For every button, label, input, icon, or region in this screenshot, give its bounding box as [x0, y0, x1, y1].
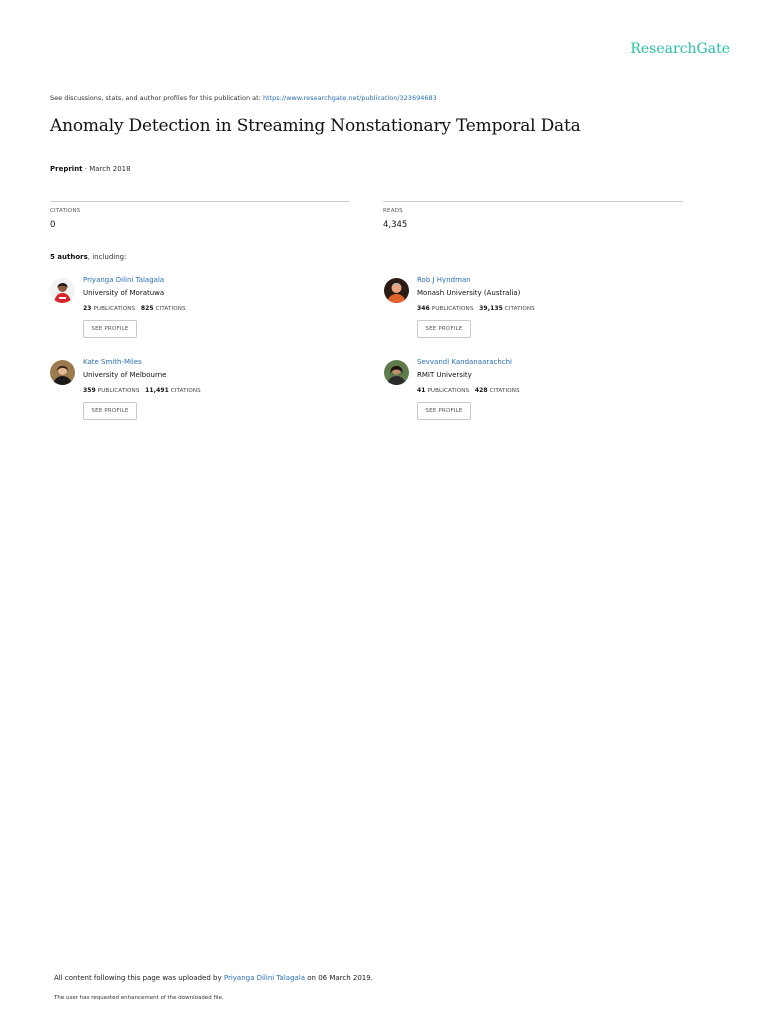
reads-label: READS	[383, 208, 403, 214]
author-stats: 359 PUBLICATIONS 11,491 CITATIONS	[83, 387, 201, 394]
citations-count: 428	[474, 387, 488, 394]
avatar[interactable]	[50, 360, 75, 385]
citations-count: 11,491	[145, 387, 169, 394]
citations-count: 825	[140, 305, 154, 312]
avatar[interactable]	[50, 278, 75, 303]
publication-link[interactable]: https://www.researchgate.net/publication…	[263, 94, 437, 102]
publications-label: PUBLICATIONS	[93, 306, 136, 312]
see-profile-button[interactable]: SEE PROFILE	[417, 402, 471, 420]
publications-label: PUBLICATIONS	[427, 388, 470, 394]
citations-label: CITATIONS	[170, 388, 201, 394]
author-card: Sevvandi Kandanaarachchi RMIT University…	[384, 358, 684, 430]
publication-meta: Preprint · March 2018	[50, 165, 131, 173]
author-name[interactable]: Rob J Hyndman	[417, 276, 471, 284]
author-stats: 41 PUBLICATIONS 428 CITATIONS	[417, 387, 520, 394]
author-institution: University of Melbourne	[83, 371, 167, 379]
upload-note: All content following this page was uplo…	[54, 974, 373, 982]
citations-label: CITATIONS	[155, 306, 186, 312]
author-card: Rob J Hyndman Monash University (Austral…	[384, 276, 684, 348]
reads-count: 4,345	[383, 220, 408, 230]
see-profile-button[interactable]: SEE PROFILE	[83, 320, 137, 338]
authors-heading-suffix: , including:	[87, 253, 127, 261]
authors-count: 5 authors	[50, 253, 88, 261]
citations-label: CITATIONS	[50, 208, 81, 214]
author-institution: University of Moratuwa	[83, 289, 165, 297]
author-name[interactable]: Sevvandi Kandanaarachchi	[417, 358, 512, 366]
discussion-line: See discussions, stats, and author profi…	[50, 94, 437, 102]
divider	[383, 201, 683, 202]
authors-heading: 5 authors, including:	[50, 253, 126, 261]
upload-suffix: on 06 March 2019.	[305, 974, 373, 982]
researchgate-logo[interactable]: ResearchGate	[630, 41, 730, 57]
publication-type: Preprint	[50, 165, 83, 173]
avatar[interactable]	[384, 360, 409, 385]
author-institution: Monash University (Australia)	[417, 289, 521, 297]
author-institution: RMIT University	[417, 371, 472, 379]
divider	[50, 201, 350, 202]
publications-count: 359	[83, 387, 96, 394]
discussion-text: See discussions, stats, and author profi…	[50, 94, 263, 102]
author-name[interactable]: Kate Smith-Miles	[83, 358, 142, 366]
author-name[interactable]: Priyanga Dilini Talagala	[83, 276, 164, 284]
avatar-photo-icon	[384, 278, 409, 303]
avatar-photo-icon	[50, 278, 75, 303]
see-profile-button[interactable]: SEE PROFILE	[417, 320, 471, 338]
citations-label: CITATIONS	[504, 306, 535, 312]
publication-title: Anomaly Detection in Streaming Nonstatio…	[50, 116, 581, 136]
publication-date: · March 2018	[82, 165, 131, 173]
see-profile-button[interactable]: SEE PROFILE	[83, 402, 137, 420]
enhancement-note: The user has requested enhancement of th…	[54, 995, 224, 1001]
publications-count: 23	[83, 305, 92, 312]
uploader-link[interactable]: Priyanga Dilini Talagala	[224, 974, 305, 982]
publications-label: PUBLICATIONS	[431, 306, 474, 312]
avatar[interactable]	[384, 278, 409, 303]
publications-count: 41	[417, 387, 426, 394]
citations-count: 39,135	[479, 305, 503, 312]
author-stats: 346 PUBLICATIONS 39,135 CITATIONS	[417, 305, 535, 312]
citations-label: CITATIONS	[489, 388, 520, 394]
publications-label: PUBLICATIONS	[97, 388, 140, 394]
upload-prefix: All content following this page was uplo…	[54, 974, 224, 982]
author-card: Kate Smith-Miles University of Melbourne…	[50, 358, 350, 430]
author-stats: 23 PUBLICATIONS 825 CITATIONS	[83, 305, 186, 312]
author-card: Priyanga Dilini Talagala University of M…	[50, 276, 350, 348]
avatar-photo-icon	[384, 360, 409, 385]
citations-count: 0	[50, 220, 56, 230]
publications-count: 346	[417, 305, 430, 312]
avatar-photo-icon	[50, 360, 75, 385]
